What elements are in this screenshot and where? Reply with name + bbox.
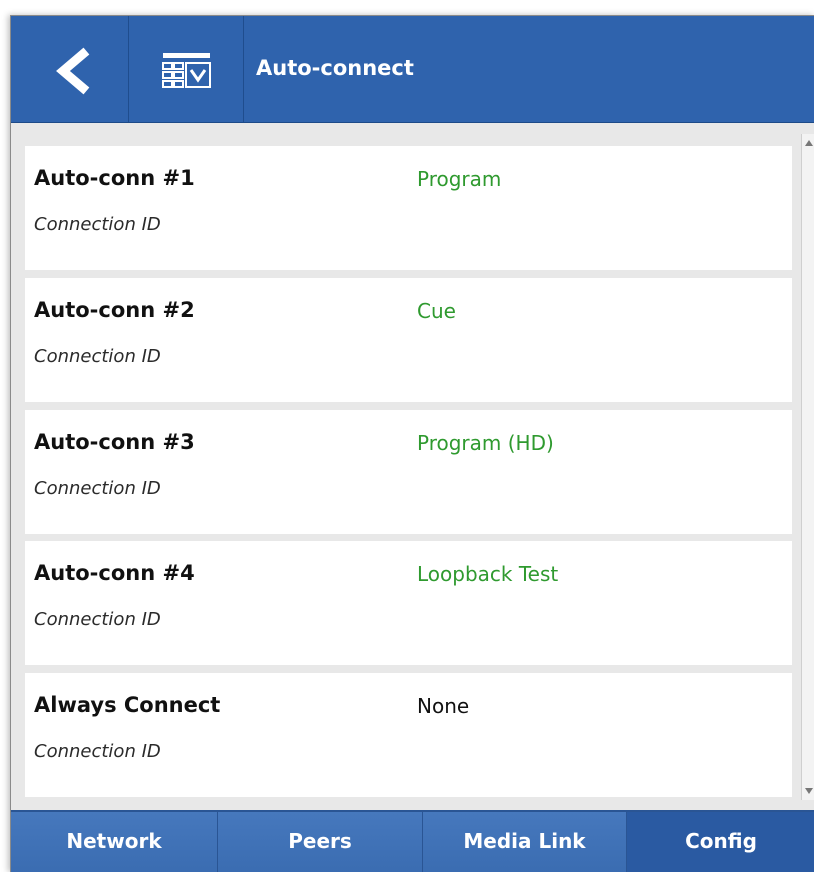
header-bar: Auto-connect xyxy=(11,16,814,123)
row-label: Auto-conn #3 xyxy=(34,430,195,454)
tab-network[interactable]: Network xyxy=(11,812,218,872)
back-button[interactable] xyxy=(11,16,129,122)
row-value: Program (HD) xyxy=(417,431,554,455)
row-label: Auto-conn #4 xyxy=(34,561,195,585)
list-item[interactable]: Auto-conn #4 Connection ID Loopback Test xyxy=(25,541,792,665)
chevron-left-icon xyxy=(56,47,90,95)
row-sublabel: Connection ID xyxy=(34,214,161,235)
list-item[interactable]: Auto-conn #1 Connection ID Program xyxy=(25,146,792,270)
row-sublabel: Connection ID xyxy=(34,741,161,762)
row-value: Cue xyxy=(417,299,456,323)
list-item[interactable]: Always Connect Connection ID None xyxy=(25,673,792,797)
row-label: Auto-conn #2 xyxy=(34,298,195,322)
grid-download-icon xyxy=(162,53,211,88)
list-item[interactable]: Auto-conn #2 Connection ID Cue xyxy=(25,278,792,402)
tab-media-link[interactable]: Media Link xyxy=(423,812,627,872)
menu-button[interactable] xyxy=(129,16,244,122)
row-sublabel: Connection ID xyxy=(34,478,161,499)
vertical-scrollbar[interactable] xyxy=(801,134,814,800)
page-title: Auto-connect xyxy=(256,56,414,80)
row-value: Program xyxy=(417,167,502,191)
app-window: Auto-connect Auto-conn #1 Connection ID … xyxy=(10,15,814,872)
scroll-down-icon[interactable] xyxy=(802,784,814,798)
row-label: Auto-conn #1 xyxy=(34,166,195,190)
list-item[interactable]: Auto-conn #3 Connection ID Program (HD) xyxy=(25,410,792,534)
row-sublabel: Connection ID xyxy=(34,346,161,367)
row-value: Loopback Test xyxy=(417,562,559,586)
settings-list[interactable]: Auto-conn #1 Connection ID Program Auto-… xyxy=(25,140,792,810)
row-sublabel: Connection ID xyxy=(34,609,161,630)
row-label: Always Connect xyxy=(34,693,221,717)
tab-config[interactable]: Config xyxy=(627,812,814,872)
bottom-tab-bar: Network Peers Media Link Config xyxy=(11,810,814,872)
tab-peers[interactable]: Peers xyxy=(218,812,423,872)
row-value: None xyxy=(417,694,470,718)
scroll-up-icon[interactable] xyxy=(802,136,814,150)
